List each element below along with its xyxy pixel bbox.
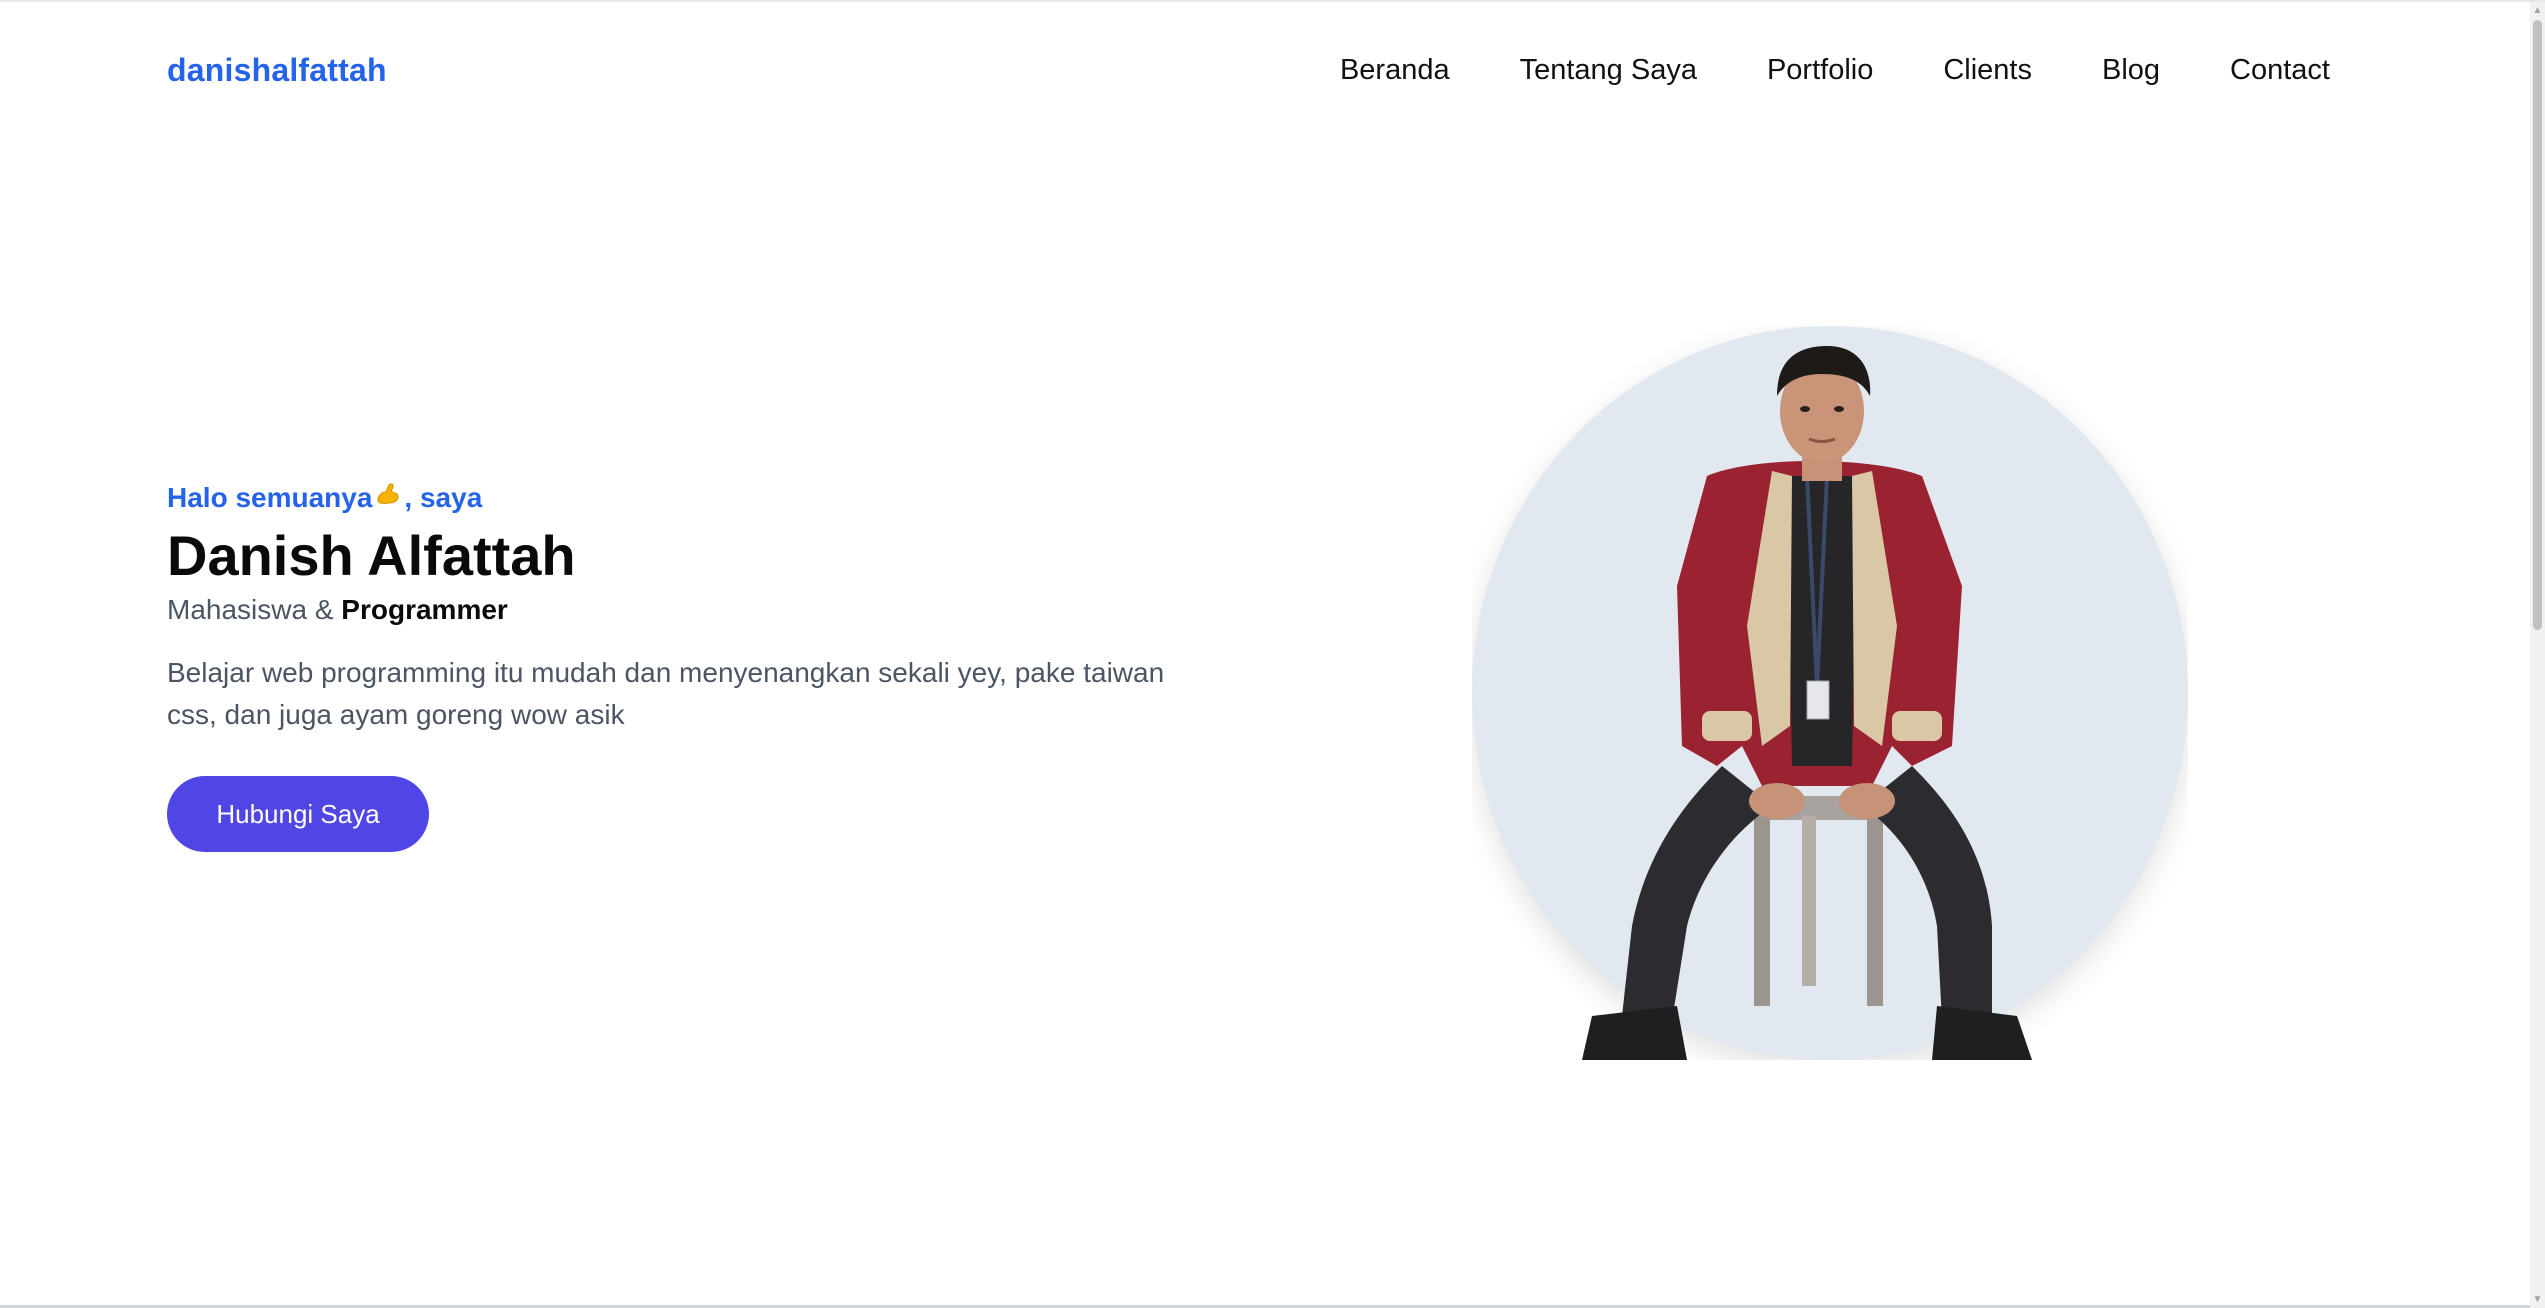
role-highlight: Programmer: [341, 594, 508, 625]
greeting-text: Halo semuanya: [167, 482, 373, 513]
hero-description: Belajar web programming itu mudah dan me…: [167, 657, 1165, 730]
nav-link-tentang-saya[interactable]: Tentang Saya: [1520, 54, 1697, 86]
hero-name: Danish Alfattah: [167, 524, 576, 587]
nav-item-contact: Contact: [2230, 54, 2330, 87]
nav-link-contact[interactable]: Contact: [2230, 54, 2330, 86]
scroll-down-arrow-icon[interactable]: ▼: [2530, 1291, 2545, 1308]
page: danishalfattah Beranda Tentang Saya Port…: [0, 0, 2545, 1308]
navbar: danishalfattah Beranda Tentang Saya Port…: [0, 2, 2530, 142]
vertical-scrollbar[interactable]: ▲ ▼: [2530, 2, 2545, 1308]
greeting: Halo semuanya , saya: [167, 478, 1227, 518]
hero-intro: Halo semuanya , saya Danish Alfattah Mah…: [167, 478, 1227, 852]
profile-photo: [1472, 326, 2188, 1060]
role-prefix: Mahasiswa &: [167, 594, 342, 625]
person-portrait-image: [1582, 346, 2032, 1060]
nav-item-tentang-saya: Tentang Saya: [1520, 54, 1697, 87]
scroll-up-arrow-icon[interactable]: ▲: [2530, 2, 2545, 19]
nav-menu: Beranda Tentang Saya Portfolio Clients B…: [1340, 54, 2330, 87]
greeting-suffix: , saya: [404, 482, 483, 513]
nav-item-clients: Clients: [1943, 54, 2032, 87]
brand-logo-link[interactable]: danishalfattah: [167, 52, 387, 89]
nav-link-clients[interactable]: Clients: [1943, 54, 2032, 86]
hero-role: Mahasiswa & Programmer: [167, 590, 1227, 630]
nav-item-beranda: Beranda: [1340, 54, 1450, 87]
contact-me-button[interactable]: Hubungi Saya: [167, 776, 429, 852]
nav-item-blog: Blog: [2102, 54, 2160, 87]
flexed-biceps-emoji-icon: [374, 478, 402, 518]
nav-item-portfolio: Portfolio: [1767, 54, 1873, 87]
scrollbar-thumb[interactable]: [2533, 20, 2542, 630]
nav-link-portfolio[interactable]: Portfolio: [1767, 54, 1873, 86]
nav-link-blog[interactable]: Blog: [2102, 54, 2160, 86]
nav-link-beranda[interactable]: Beranda: [1340, 54, 1450, 86]
